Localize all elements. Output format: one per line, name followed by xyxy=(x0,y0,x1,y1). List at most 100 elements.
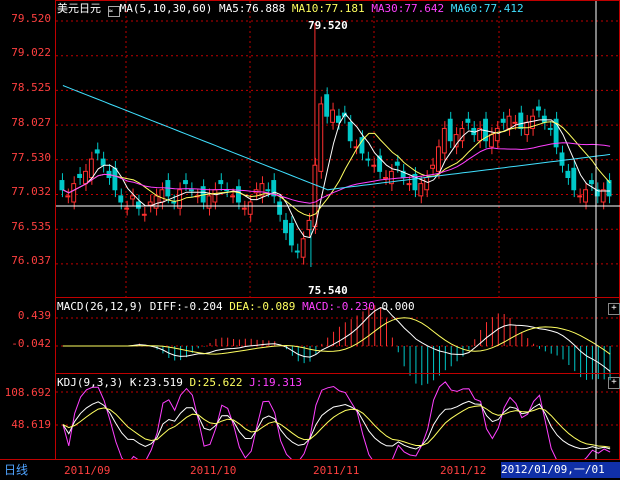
x-tick: 2011/11 xyxy=(313,464,360,477)
candle-body xyxy=(100,158,106,166)
candle-body xyxy=(524,121,530,136)
y-tick: 77.530 xyxy=(11,151,51,164)
macd-value: MACD:-0.230 xyxy=(302,300,375,313)
kdj-header: KDJ(9,3,3) K:23.519 D:25.622 J:19.313 xyxy=(57,376,302,389)
y-tick: 78.027 xyxy=(11,116,51,129)
kdj-y-tick: 48.619 xyxy=(11,418,51,431)
candle-body xyxy=(436,146,441,172)
candle-body xyxy=(383,176,388,179)
candle-body xyxy=(212,189,218,203)
ma60-line xyxy=(62,85,611,191)
y-tick: 76.037 xyxy=(11,254,51,267)
y-tick: 78.525 xyxy=(11,81,51,94)
candle-body xyxy=(424,176,430,191)
candle-body xyxy=(547,127,553,130)
candle-body xyxy=(247,201,253,215)
macd-expand-button[interactable]: + xyxy=(608,303,620,315)
cursor-date-box: 2012/01/09,一/01 xyxy=(501,462,620,478)
candle-body xyxy=(583,189,588,203)
kdj-k: K:23.519 xyxy=(129,376,183,389)
candle-body xyxy=(294,250,300,253)
macd-dea: DEA:-0.089 xyxy=(229,300,296,313)
candle-body xyxy=(430,164,436,169)
candle-body xyxy=(118,195,124,203)
candle-body xyxy=(565,170,571,178)
ma30-value: MA30:77.642 xyxy=(371,2,445,15)
y-tick: 77.032 xyxy=(11,185,51,198)
x-tick: 2011/10 xyxy=(190,464,237,477)
candle-body xyxy=(300,238,306,258)
candle-body xyxy=(188,189,194,192)
macd-y-tick: 0.439 xyxy=(17,309,51,322)
kdj-d: D:25.622 xyxy=(189,376,243,389)
candle-body xyxy=(65,195,71,198)
candle-body xyxy=(265,189,271,192)
candle-body xyxy=(541,115,547,123)
price-panel[interactable] xyxy=(55,0,620,299)
candle-body xyxy=(336,115,341,123)
candle-body xyxy=(141,213,147,216)
y-tick: 76.535 xyxy=(11,220,51,233)
kdj-y-tick: 108.692 xyxy=(4,386,51,399)
macd-header: MACD(26,12,9) DIFF:-0.204 DEA:-0.089 MAC… xyxy=(57,300,415,313)
candle-body xyxy=(283,219,288,234)
candle-body xyxy=(330,109,336,123)
candle-body xyxy=(559,152,565,166)
candle-body xyxy=(288,222,294,246)
candle-body xyxy=(518,112,524,129)
candle-body xyxy=(406,183,412,186)
ma10-line xyxy=(62,121,611,217)
candle-body xyxy=(218,180,224,185)
candle-body xyxy=(347,121,353,142)
indicator-toggle-icon[interactable]: ≈ xyxy=(107,6,120,17)
price-header: 美元日元 ≈ MA(5,10,30,60) MA5:76.888 MA10:77.… xyxy=(57,2,524,17)
candle-body xyxy=(147,201,153,206)
candle-body xyxy=(606,180,612,197)
candle-body xyxy=(83,170,88,185)
x-tick: 2011/12 xyxy=(440,464,487,477)
y-tick: 79.520 xyxy=(11,12,51,25)
ma10-value: MA10:77.181 xyxy=(291,2,365,15)
candle-body xyxy=(71,183,77,203)
candle-body xyxy=(494,127,500,142)
candle-body xyxy=(371,164,377,167)
candle-body xyxy=(365,158,371,161)
candle-body xyxy=(600,189,606,203)
candle-body xyxy=(588,180,594,185)
candle-body xyxy=(506,115,512,129)
ma-label: MA(5,10,30,60) xyxy=(119,2,213,15)
y-axis: 79.520 79.022 78.525 78.027 77.530 77.03… xyxy=(0,0,55,460)
d-line xyxy=(62,405,611,448)
candle-body xyxy=(571,167,577,191)
low-marker-label: 75.540 xyxy=(308,284,348,297)
candle-body xyxy=(359,137,365,154)
candle-body xyxy=(88,158,94,178)
candle-body xyxy=(394,161,400,166)
symbol-title: 美元日元 xyxy=(57,2,101,15)
candle-body xyxy=(312,164,318,228)
candle-body xyxy=(130,195,135,200)
candle-body xyxy=(124,207,130,210)
candle-body xyxy=(277,201,283,215)
candle-body xyxy=(94,149,100,154)
y-tick: 79.022 xyxy=(11,46,51,59)
candle-body xyxy=(159,189,165,203)
macd-y-tick: -0.042 xyxy=(11,337,51,350)
candle-body xyxy=(135,201,141,209)
macd-zero: 0.000 xyxy=(381,300,415,313)
candle-body xyxy=(418,183,424,197)
high-marker-label: 79.520 xyxy=(308,19,348,32)
candle-body xyxy=(536,106,541,111)
candle-body xyxy=(77,173,83,178)
period-button[interactable]: 日线 xyxy=(0,461,59,480)
candle-body xyxy=(488,134,494,148)
ma60-value: MA60:77.412 xyxy=(450,2,524,15)
kdj-label: KDJ(9,3,3) xyxy=(57,376,124,389)
candle-body xyxy=(512,121,518,124)
candle-body xyxy=(306,219,312,231)
price-chart xyxy=(56,1,620,299)
candle-body xyxy=(230,195,235,198)
kdj-j: J:19.313 xyxy=(249,376,303,389)
kdj-expand-button[interactable]: + xyxy=(608,377,620,389)
dea-line xyxy=(62,317,611,355)
